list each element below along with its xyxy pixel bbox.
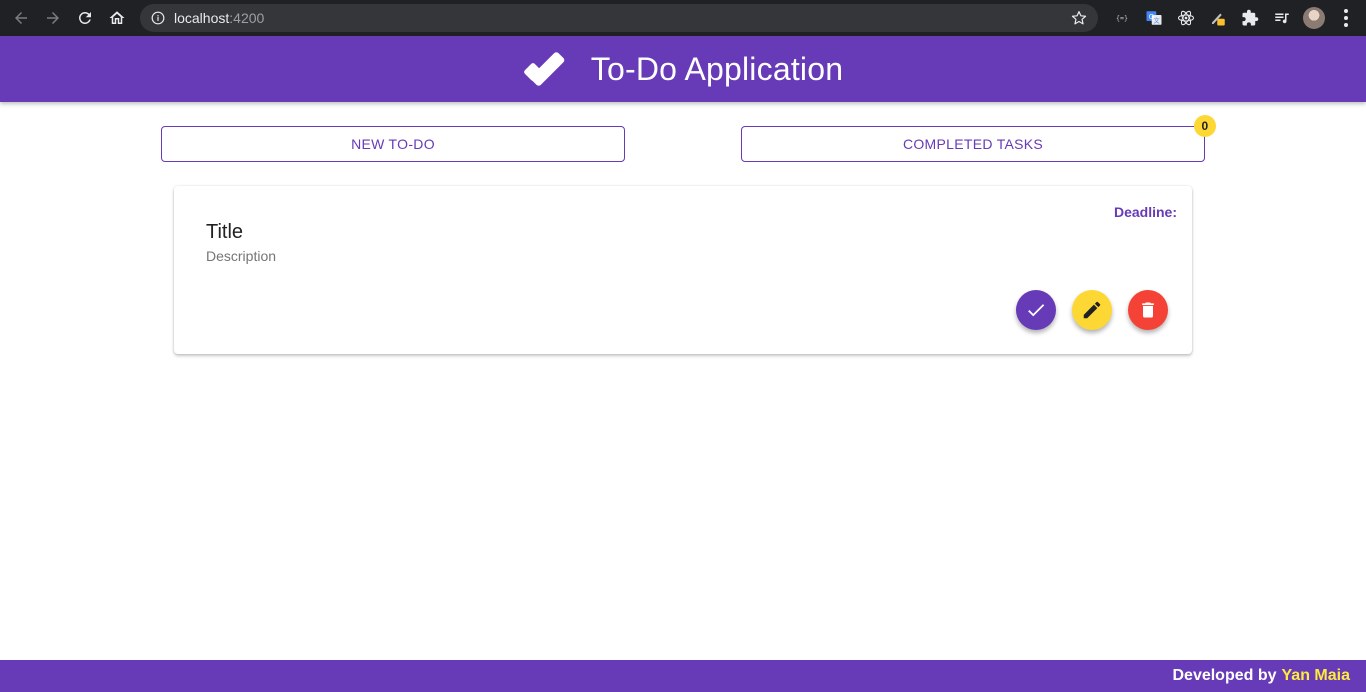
task-card: Deadline: Title Description bbox=[174, 186, 1192, 354]
pen-extension-icon[interactable] bbox=[1202, 4, 1234, 32]
reload-button[interactable] bbox=[69, 4, 101, 32]
site-info-icon[interactable] bbox=[150, 10, 166, 26]
reload-icon bbox=[78, 11, 91, 24]
new-todo-button[interactable]: NEW TO-DO bbox=[161, 126, 625, 162]
arrow-right-icon bbox=[47, 12, 59, 24]
svg-text:文: 文 bbox=[1154, 17, 1160, 25]
task-title: Title bbox=[206, 221, 244, 243]
media-queue-icon[interactable] bbox=[1266, 4, 1298, 32]
check-icon bbox=[1028, 304, 1045, 317]
bookmark-star-icon[interactable] bbox=[1070, 9, 1088, 27]
delete-task-button[interactable] bbox=[1128, 290, 1168, 330]
app-footer: Developed by Yan Maia bbox=[0, 660, 1366, 692]
url-text: localhost:4200 bbox=[174, 10, 264, 26]
completed-tasks-label: COMPLETED TASKS bbox=[902, 136, 1044, 152]
arrow-left-icon bbox=[15, 12, 27, 24]
task-deadline: Deadline: bbox=[1113, 204, 1177, 220]
extensions-area: {=} G文 bbox=[1106, 4, 1362, 32]
browser-menu-button[interactable] bbox=[1330, 4, 1362, 32]
trash-icon bbox=[1142, 302, 1154, 318]
nav-buttons bbox=[5, 4, 133, 32]
app-header: To-Do Application bbox=[0, 36, 1366, 102]
react-devtools-extension-icon[interactable] bbox=[1170, 4, 1202, 32]
address-bar[interactable]: localhost:4200 bbox=[140, 4, 1098, 32]
completed-tasks-button[interactable]: COMPLETED TASKS 0 bbox=[741, 115, 1216, 162]
browser-toolbar: localhost:4200 {=} G文 bbox=[0, 0, 1366, 36]
back-button[interactable] bbox=[5, 4, 37, 32]
footer-developed-by: Developed by bbox=[1172, 667, 1277, 684]
complete-task-button[interactable] bbox=[1016, 290, 1056, 330]
json-viewer-extension-icon[interactable]: {=} bbox=[1106, 4, 1138, 32]
forward-button[interactable] bbox=[37, 4, 69, 32]
avatar bbox=[1303, 7, 1325, 29]
home-icon bbox=[109, 11, 125, 24]
profile-avatar[interactable] bbox=[1298, 4, 1330, 32]
pencil-icon bbox=[1083, 301, 1101, 319]
more-vert-icon bbox=[1344, 9, 1348, 27]
edit-task-button[interactable] bbox=[1072, 290, 1112, 330]
task-description: Description bbox=[206, 248, 277, 264]
puzzle-extensions-icon[interactable] bbox=[1234, 4, 1266, 32]
translate-extension-icon[interactable]: G文 bbox=[1138, 4, 1170, 32]
svg-text:{=}: {=} bbox=[1116, 15, 1128, 23]
app-title: To-Do Application bbox=[590, 50, 844, 87]
double-check-logo-icon bbox=[523, 52, 565, 86]
footer-author-link[interactable]: Yan Maia bbox=[1282, 667, 1350, 685]
url-port: :4200 bbox=[229, 10, 265, 26]
completed-count-badge: 0 bbox=[1194, 115, 1216, 137]
home-button[interactable] bbox=[101, 4, 133, 32]
url-host: localhost bbox=[174, 10, 230, 26]
